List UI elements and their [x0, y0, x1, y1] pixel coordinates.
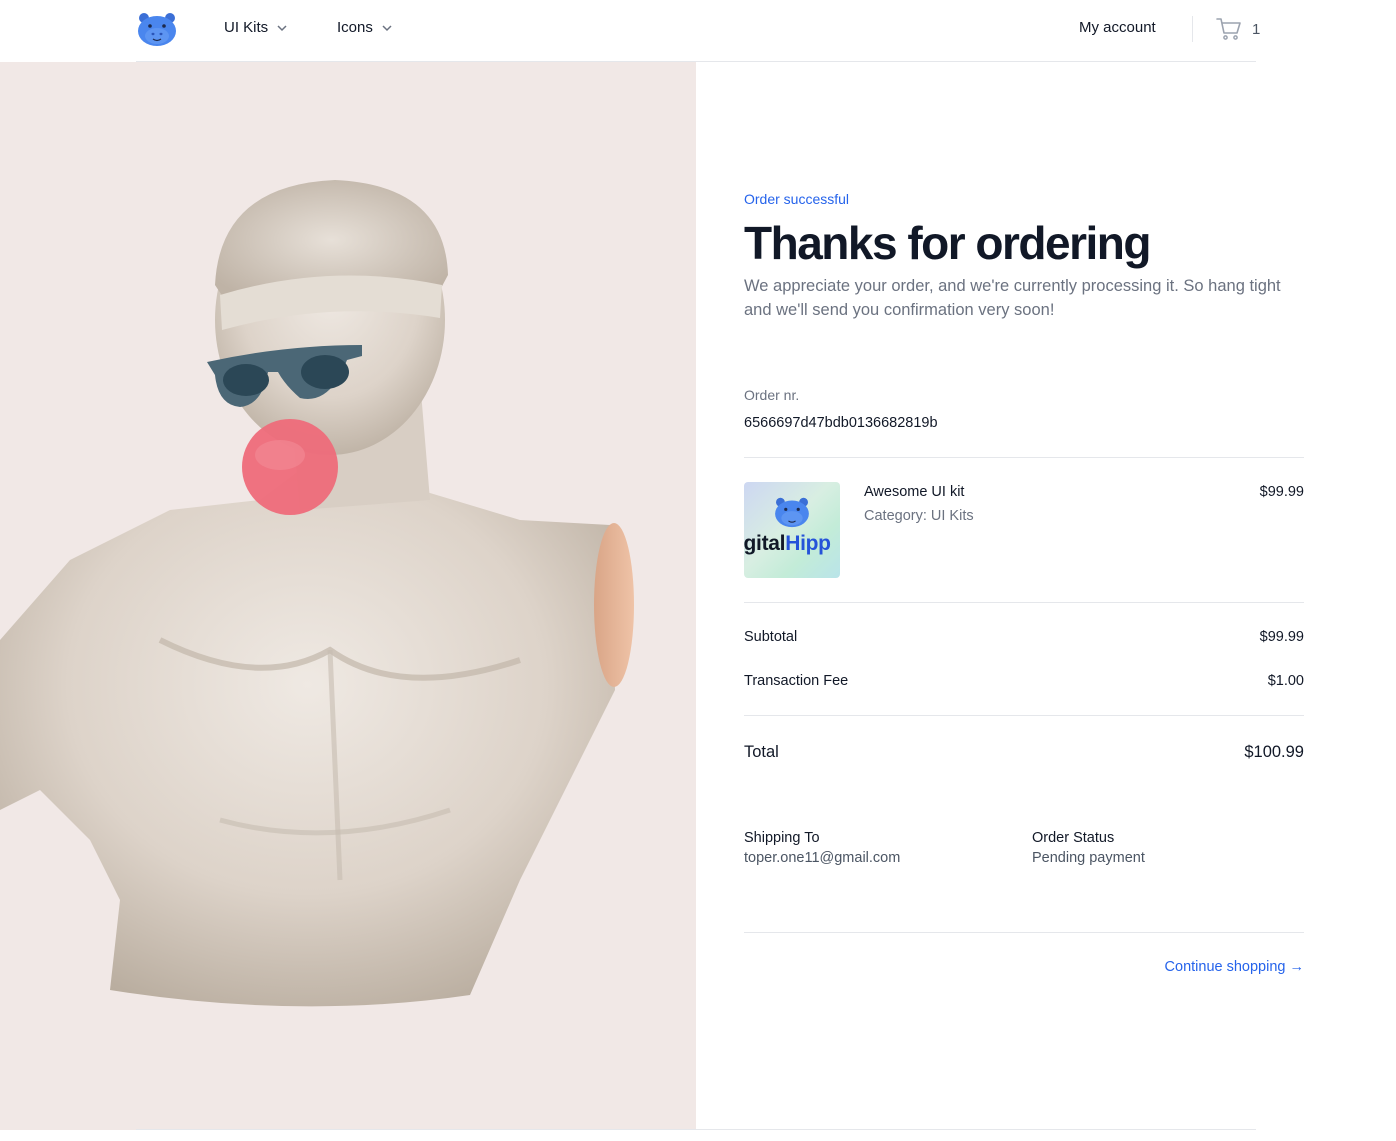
my-account-link[interactable]: My account	[1079, 19, 1156, 36]
subtotal-row: Subtotal $99.99	[744, 629, 1304, 645]
order-success-label: Order successful	[744, 191, 850, 207]
nav-ui-kits-label: UI Kits	[224, 19, 269, 36]
cart-button[interactable]: 1	[1216, 16, 1260, 42]
order-number-label: Order nr.	[744, 387, 800, 403]
total-value: $100.99	[1244, 743, 1304, 761]
header-divider	[1192, 16, 1193, 42]
hippo-logo-icon[interactable]	[136, 11, 178, 47]
statue-illustration	[0, 180, 634, 1007]
page-title: Thanks for ordering	[744, 217, 1151, 269]
hero-image	[0, 62, 696, 1130]
subtotal-value: $99.99	[1259, 629, 1304, 645]
divider	[744, 932, 1304, 933]
product-thumbnail-text: igitalHipp	[744, 532, 831, 556]
footer-divider-line	[136, 1129, 1256, 1130]
shipping-email: toper.one11@gmail.com	[744, 850, 901, 866]
product-category: Category: UI Kits	[864, 508, 974, 524]
cart-count: 1	[1252, 20, 1261, 38]
subtotal-label: Subtotal	[744, 629, 798, 645]
total-label: Total	[744, 743, 779, 761]
hippo-logo-icon	[775, 497, 809, 528]
order-number: 6566697d47bdb0136682819b	[744, 415, 938, 431]
shipping-label: Shipping To	[744, 830, 820, 846]
divider	[744, 457, 1304, 458]
continue-shopping-link[interactable]: Continue shopping →	[1165, 959, 1304, 975]
nav-icons-label: Icons	[337, 19, 373, 36]
total-row: Total $100.99	[744, 743, 1304, 762]
divider	[744, 715, 1304, 716]
fee-row: Transaction Fee $1.00	[744, 673, 1304, 689]
fee-value: $1.00	[1267, 673, 1304, 689]
cart-icon	[1216, 18, 1241, 40]
order-status-value: Pending payment	[1032, 850, 1145, 866]
product-price: $99.99	[1259, 484, 1304, 500]
page-subtitle: We appreciate your order, and we're curr…	[744, 277, 1281, 319]
order-status-label: Order Status	[1032, 830, 1115, 846]
chevron-down-icon	[277, 24, 287, 31]
product-name: Awesome UI kit	[864, 484, 965, 500]
thumb-text-part-b: Hipp	[785, 532, 831, 555]
nav-ui-kits[interactable]: UI Kits	[224, 19, 288, 36]
divider	[744, 602, 1304, 603]
chevron-down-icon	[382, 24, 392, 31]
fee-label: Transaction Fee	[744, 673, 849, 689]
product-thumbnail: igitalHipp	[744, 482, 840, 578]
thumb-text-part-a: igital	[744, 532, 786, 555]
nav-icons[interactable]: Icons	[337, 19, 393, 36]
site-header: UI Kits Icons My account 1	[0, 0, 1396, 62]
